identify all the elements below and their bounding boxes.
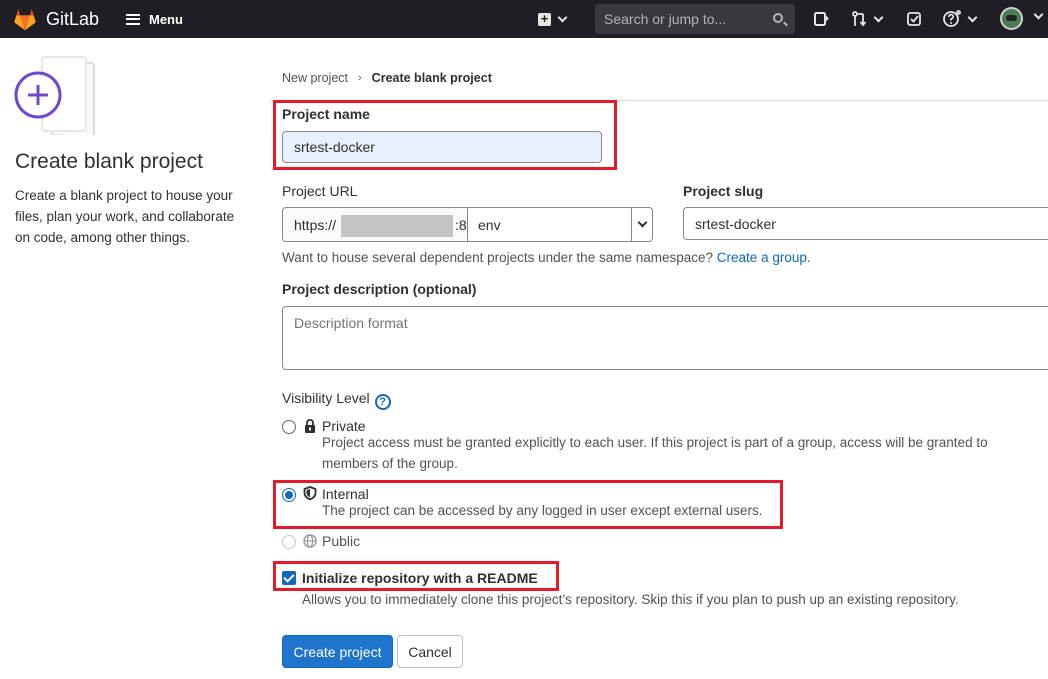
visibility-public-title: Public [322, 533, 361, 549]
namespace-hint: Want to house several dependent projects… [282, 250, 811, 265]
breadcrumb-current: Create blank project [371, 71, 492, 85]
namespace-value: env [478, 216, 501, 233]
cancel-button[interactable]: Cancel [397, 635, 463, 668]
brand-name: GitLab [46, 8, 100, 29]
initialize-readme-description: Allows you to immediately clone this pro… [302, 592, 959, 607]
lock-icon [305, 419, 315, 433]
visibility-public-radio[interactable] [282, 535, 296, 549]
project-url-label: Project URL [282, 183, 358, 199]
search-placeholder: Search or jump to... [604, 11, 727, 27]
blank-project-illustration-icon [14, 56, 95, 135]
description-textarea[interactable]: Description format [282, 306, 1048, 370]
visibility-label-text: Visibility Level [282, 390, 370, 406]
create-group-link[interactable]: Create a group. [717, 250, 811, 265]
gitlab-logo-icon [14, 8, 36, 31]
breadcrumb: New project › Create blank project [282, 71, 492, 85]
search-icon [773, 13, 783, 23]
project-slug-label: Project slug [683, 183, 764, 199]
help-icon[interactable]: ? [374, 394, 391, 410]
menu-icon [126, 13, 140, 25]
help-button[interactable] [943, 8, 978, 30]
issues-button[interactable] [813, 8, 829, 30]
chevron-down-icon [637, 217, 647, 228]
chevron-down-icon [1033, 9, 1044, 20]
breadcrumb-new-project[interactable]: New project [282, 71, 348, 85]
project-name-label: Project name [282, 106, 370, 122]
chevron-down-icon [967, 12, 978, 22]
visibility-private-description: Project access must be granted explicitl… [322, 435, 988, 471]
panel-description: Create a blank project to house your fil… [15, 188, 235, 245]
breadcrumb-separator-icon: › [358, 72, 362, 84]
url-port-fragment: :8 [455, 217, 467, 233]
initialize-readme-checkbox[interactable] [282, 571, 296, 585]
new-dropdown-button[interactable]: + [538, 8, 578, 30]
description-placeholder: Description format [294, 315, 408, 331]
help-icon [943, 10, 961, 27]
project-slug-value: srtest-docker [695, 215, 776, 232]
visibility-internal-description: The project can be accessed by any logge… [322, 503, 763, 518]
create-project-button[interactable]: Create project [282, 635, 393, 668]
visibility-private-radio[interactable] [282, 420, 296, 434]
visibility-label: Visibility Level? [282, 390, 391, 410]
todo-icon [907, 12, 921, 26]
project-slug-input[interactable]: srtest-docker [683, 207, 1048, 240]
description-label: Project description (optional) [282, 281, 477, 297]
chevron-down-icon [557, 12, 568, 22]
globe-icon [303, 534, 317, 548]
search-input[interactable]: Search or jump to... [595, 4, 795, 34]
menu-button[interactable]: Menu [116, 4, 190, 34]
redacted-host [341, 215, 453, 237]
todos-button[interactable] [906, 8, 922, 30]
user-avatar[interactable] [1000, 7, 1023, 30]
visibility-internal-radio[interactable] [282, 488, 296, 502]
namespace-hint-text: Want to house several dependent projects… [282, 250, 714, 265]
panel-title: Create blank project [15, 150, 203, 173]
gitlab-home-link[interactable]: GitLab [10, 0, 112, 38]
initialize-readme-label[interactable]: Initialize repository with a README [302, 570, 538, 586]
project-url-group: https:// :8 env [282, 207, 653, 242]
namespace-select[interactable]: env [468, 208, 652, 241]
merge-requests-button[interactable] [851, 8, 884, 30]
merge-request-icon [852, 11, 867, 27]
url-prefix-text: https:// [294, 216, 337, 233]
chevron-down-icon [873, 12, 884, 22]
url-prefix: https:// :8 [283, 208, 468, 241]
shield-icon [303, 486, 317, 500]
menu-label: Menu [149, 11, 183, 27]
namespace-dropdown-toggle[interactable] [631, 208, 652, 241]
plus-icon: + [538, 12, 551, 26]
top-navigation-bar: GitLab Menu + Search or jump to... [0, 0, 1048, 38]
project-name-input[interactable]: srtest-docker [282, 131, 602, 163]
issues-icon [814, 12, 829, 26]
project-name-value: srtest-docker [294, 139, 375, 155]
